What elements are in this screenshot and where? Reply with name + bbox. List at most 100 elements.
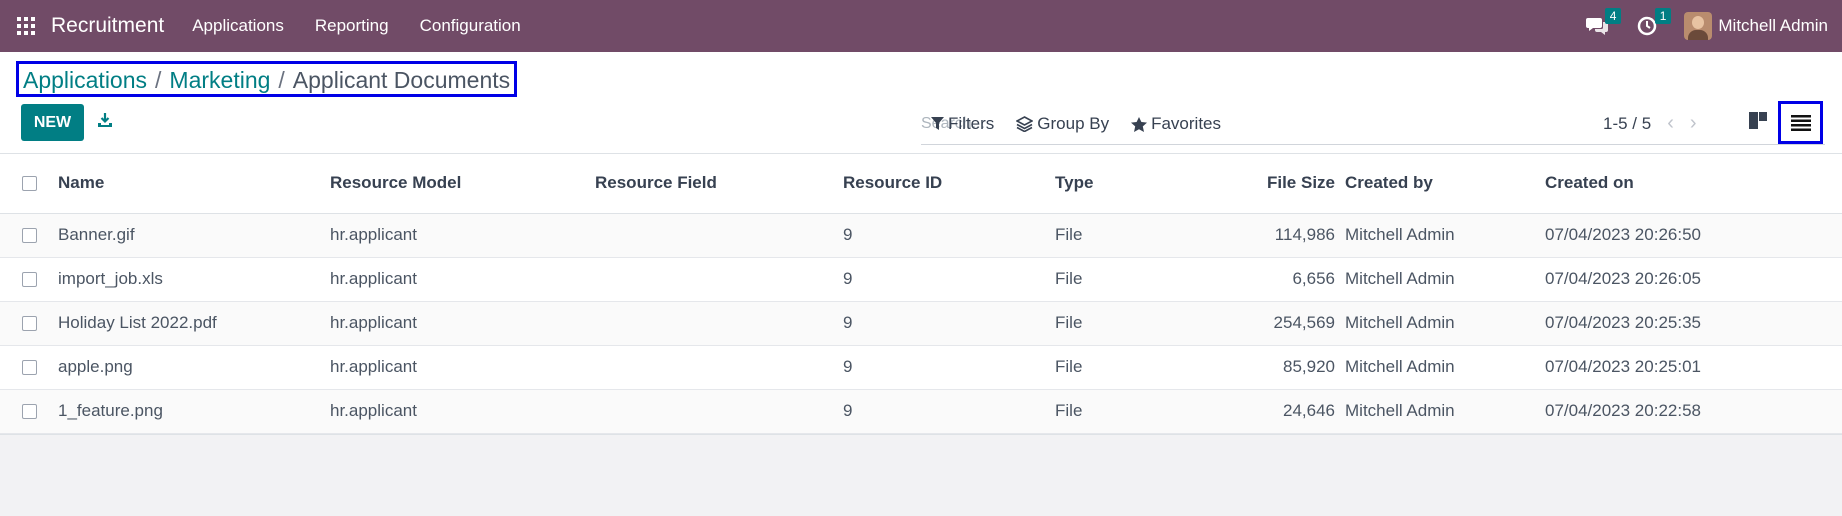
filters-label: Filters [948, 114, 995, 133]
cell-resource-field [595, 213, 843, 258]
table-row[interactable]: Banner.gif hr.applicant 9 File 114,986 M… [0, 213, 1842, 258]
cell-resource-id: 9 [843, 301, 1055, 346]
cell-resource-model: hr.applicant [330, 301, 595, 346]
search-options: Filters Group By Favorites [931, 114, 1243, 134]
table-row[interactable]: import_job.xls hr.applicant 9 File 6,656… [0, 257, 1842, 302]
cell-created-on: 07/04/2023 20:25:01 [1545, 345, 1842, 390]
cell-resource-id: 9 [843, 345, 1055, 390]
kanban-view-icon [1749, 112, 1767, 129]
cell-file-size: 114,986 [1195, 213, 1345, 258]
cell-resource-id: 9 [843, 257, 1055, 302]
control-panel: Applications / Marketing / Applicant Documen… [0, 52, 1842, 154]
download-button[interactable] [97, 112, 113, 133]
top-navbar: Recruitment Applications Reporting Confi… [0, 0, 1842, 52]
user-menu[interactable]: Mitchell Admin [1718, 16, 1828, 36]
layers-icon [1016, 116, 1034, 132]
cell-type: File [1055, 345, 1195, 390]
select-all-checkbox[interactable] [0, 154, 58, 214]
cell-file-size: 6,656 [1195, 257, 1345, 302]
table-header-row: Name Resource Model Resource Field Resou… [0, 154, 1842, 214]
cell-type: File [1055, 301, 1195, 346]
cell-created-on: 07/04/2023 20:25:35 [1545, 301, 1842, 346]
cell-name: 1_feature.png [58, 389, 330, 434]
new-button[interactable]: NEW [21, 104, 84, 141]
cell-name: apple.png [58, 345, 330, 390]
menu-applications[interactable]: Applications [192, 16, 284, 36]
cell-resource-field [595, 345, 843, 390]
cell-created-by: Mitchell Admin [1345, 345, 1545, 390]
messages-button[interactable]: 4 [1584, 8, 1622, 39]
cell-resource-model: hr.applicant [330, 213, 595, 258]
star-icon [1131, 116, 1148, 132]
breadcrumb-current: Applicant Documents [292, 67, 511, 93]
list-view-icon [1790, 114, 1811, 131]
column-file-size[interactable]: File Size [1195, 154, 1345, 214]
breadcrumb-separator: / [155, 67, 162, 93]
messages-badge: 4 [1604, 8, 1622, 24]
activities-button[interactable]: 1 [1634, 8, 1672, 39]
download-icon [98, 113, 112, 127]
row-checkbox[interactable] [0, 301, 58, 346]
column-created-on[interactable]: Created on [1545, 154, 1842, 214]
breadcrumb-separator: / [278, 67, 285, 93]
documents-table: Name Resource Model Resource Field Resou… [0, 154, 1842, 435]
cell-created-on: 07/04/2023 20:26:05 [1545, 257, 1842, 302]
favorites-label: Favorites [1151, 114, 1222, 133]
group-by-button[interactable]: Group By [1016, 114, 1109, 134]
cell-name: import_job.xls [58, 257, 330, 302]
table-row[interactable]: apple.png hr.applicant 9 File 85,920 Mit… [0, 345, 1842, 390]
column-resource-model[interactable]: Resource Model [330, 154, 595, 214]
cell-resource-field [595, 389, 843, 434]
group-by-label: Group By [1037, 114, 1110, 133]
cell-created-by: Mitchell Admin [1345, 213, 1545, 258]
chevron-right-icon[interactable]: › [1690, 112, 1697, 135]
filters-button[interactable]: Filters [931, 114, 994, 134]
cell-resource-model: hr.applicant [330, 257, 595, 302]
column-name[interactable]: Name [58, 154, 330, 214]
avatar[interactable] [1684, 12, 1713, 40]
activities-badge: 1 [1654, 8, 1672, 24]
cell-resource-id: 9 [843, 389, 1055, 434]
breadcrumb-marketing[interactable]: Marketing [169, 67, 270, 93]
favorites-button[interactable]: Favorites [1131, 114, 1221, 134]
cell-file-size: 24,646 [1195, 389, 1345, 434]
column-type[interactable]: Type [1055, 154, 1195, 214]
row-checkbox[interactable] [0, 213, 58, 258]
table-row[interactable]: 1_feature.png hr.applicant 9 File 24,646… [0, 389, 1842, 434]
app-name[interactable]: Recruitment [51, 14, 164, 38]
breadcrumb: Applications / Marketing / Applicant Documen… [16, 61, 518, 97]
cell-created-by: Mitchell Admin [1345, 389, 1545, 434]
cell-type: File [1055, 389, 1195, 434]
column-created-by[interactable]: Created by [1345, 154, 1545, 214]
cell-name: Banner.gif [58, 213, 330, 258]
cell-type: File [1055, 257, 1195, 302]
filter-icon [931, 117, 944, 130]
cell-resource-model: hr.applicant [330, 389, 595, 434]
cell-name: Holiday List 2022.pdf [58, 301, 330, 346]
cell-created-on: 07/04/2023 20:22:58 [1545, 389, 1842, 434]
chevron-left-icon[interactable]: ‹ [1667, 112, 1674, 135]
cell-created-by: Mitchell Admin [1345, 301, 1545, 346]
cell-created-by: Mitchell Admin [1345, 257, 1545, 302]
menu-reporting[interactable]: Reporting [315, 16, 389, 36]
cell-resource-model: hr.applicant [330, 345, 595, 390]
breadcrumb-applications[interactable]: Applications [23, 67, 147, 93]
list-view-button[interactable] [1778, 101, 1823, 144]
row-checkbox[interactable] [0, 345, 58, 390]
menu-configuration[interactable]: Configuration [420, 16, 521, 36]
apps-grid-icon[interactable] [17, 17, 35, 35]
column-resource-id[interactable]: Resource ID [843, 154, 1055, 214]
pager-range[interactable]: 1-5 / 5 [1603, 114, 1651, 134]
cell-created-on: 07/04/2023 20:26:50 [1545, 213, 1842, 258]
cell-resource-id: 9 [843, 213, 1055, 258]
table-row[interactable]: Holiday List 2022.pdf hr.applicant 9 Fil… [0, 301, 1842, 346]
cell-file-size: 254,569 [1195, 301, 1345, 346]
row-checkbox[interactable] [0, 389, 58, 434]
column-resource-field[interactable]: Resource Field [595, 154, 843, 214]
cell-resource-field [595, 257, 843, 302]
cell-file-size: 85,920 [1195, 345, 1345, 390]
kanban-view-button[interactable] [1749, 112, 1767, 134]
cell-type: File [1055, 213, 1195, 258]
cell-resource-field [595, 301, 843, 346]
row-checkbox[interactable] [0, 257, 58, 302]
